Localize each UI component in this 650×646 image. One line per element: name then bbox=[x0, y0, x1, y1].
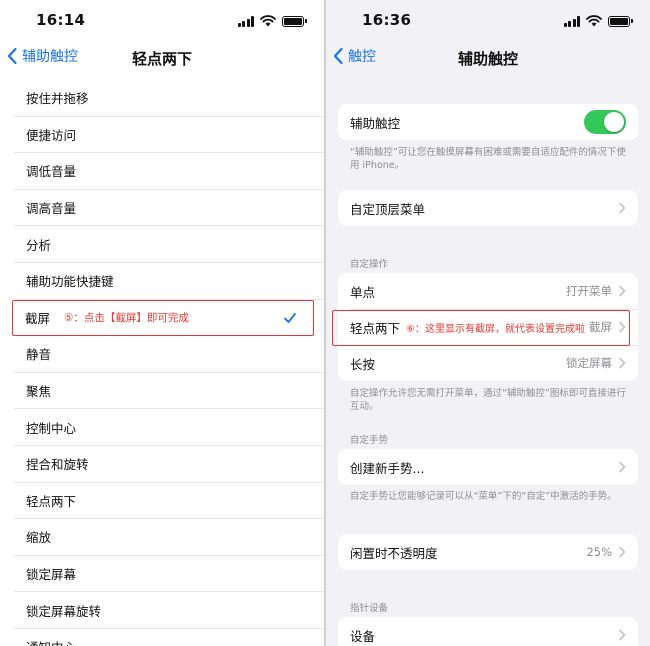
single-tap-row[interactable]: 单点 打开菜单 bbox=[338, 273, 638, 309]
screenshot-annotation: ⑤：点击【截屏】即可完成 bbox=[64, 312, 189, 325]
action-list-item[interactable]: 截屏 ⑤：点击【截屏】即可完成 bbox=[12, 299, 314, 337]
status-time: 16:14 bbox=[36, 11, 86, 29]
wifi-icon bbox=[260, 15, 276, 27]
cellular-signal-icon bbox=[563, 15, 580, 27]
action-list-item-label: 聚焦 bbox=[26, 384, 52, 400]
status-icons bbox=[563, 15, 633, 27]
action-list-item-label: 辅助功能快捷键 bbox=[26, 274, 114, 290]
chevron-right-icon bbox=[619, 461, 626, 473]
devices-label: 设备 bbox=[350, 628, 376, 644]
create-gesture-label: 创建新手势... bbox=[350, 460, 425, 476]
custom-gestures-group: 创建新手势... bbox=[338, 449, 638, 485]
custom-actions-header: 自定操作 bbox=[350, 259, 389, 270]
assistive-touch-toggle[interactable] bbox=[584, 110, 626, 134]
devices-row[interactable]: 设备 bbox=[338, 617, 638, 646]
status-time: 16:36 bbox=[362, 11, 412, 29]
chevron-right-icon bbox=[619, 546, 626, 558]
assistive-touch-label: 辅助触控 bbox=[350, 115, 401, 131]
action-list-item[interactable]: 锁定屏幕旋转 bbox=[14, 592, 324, 629]
action-list-item[interactable]: 按住并拖移 bbox=[14, 80, 324, 117]
action-list-item[interactable]: 轻点两下 bbox=[14, 483, 324, 520]
action-list-item[interactable]: 缩放 bbox=[14, 519, 324, 556]
long-press-label: 长按 bbox=[350, 356, 376, 372]
assistive-touch-note: “辅助触控”可让您在触摸屏幕有困难或需要自适应配件的情况下使用 iPhone。 bbox=[350, 147, 626, 171]
back-label: 辅助触控 bbox=[22, 49, 78, 65]
battery-icon bbox=[608, 15, 633, 27]
action-list-item-label: 调低音量 bbox=[26, 164, 77, 180]
action-list-item-label: 截屏 bbox=[25, 311, 51, 327]
action-list-item[interactable]: 聚焦 bbox=[14, 373, 324, 410]
action-list-item-label: 轻点两下 bbox=[26, 493, 77, 509]
assistive-touch-row: 辅助触控 bbox=[338, 104, 638, 140]
long-press-row[interactable]: 长按 锁定屏幕 bbox=[338, 345, 638, 381]
assistive-touch-group: 辅助触控 bbox=[338, 104, 638, 140]
chevron-right-icon bbox=[619, 285, 626, 297]
left-screen: 16:14 辅助触控 轻点两下 按住并拖移便捷访问调低音量调高音量分析辅助功能快… bbox=[0, 0, 324, 646]
double-tap-value: 截屏 bbox=[589, 320, 612, 334]
long-press-value: 锁定屏幕 bbox=[566, 356, 612, 370]
nav-bar: 辅助触控 轻点两下 bbox=[0, 42, 324, 74]
action-list-item[interactable]: 静音 bbox=[14, 336, 324, 373]
custom-actions-note: 自定操作允许您无需打开菜单，通过“辅助触控”图标即可直接进行互动。 bbox=[350, 388, 626, 412]
chevron-left-icon bbox=[7, 47, 17, 65]
custom-gestures-header: 自定手势 bbox=[350, 435, 389, 446]
chevron-right-icon bbox=[619, 321, 626, 333]
action-list-item-label: 捏合和旋转 bbox=[26, 457, 89, 473]
chevron-left-icon bbox=[333, 47, 343, 65]
action-list-item-label: 通知中心 bbox=[26, 637, 76, 646]
action-list-item-label: 缩放 bbox=[26, 530, 52, 546]
pointer-devices-header: 指针设备 bbox=[350, 603, 389, 614]
single-tap-label: 单点 bbox=[350, 284, 376, 300]
action-list-item-label: 按住并拖移 bbox=[26, 91, 89, 107]
action-list-item-label: 控制中心 bbox=[26, 420, 77, 436]
back-button[interactable]: 辅助触控 bbox=[6, 46, 78, 66]
idle-opacity-row[interactable]: 闲置时不透明度 25% bbox=[338, 534, 638, 570]
action-list-item[interactable]: 控制中心 bbox=[14, 409, 324, 446]
checkmark-icon bbox=[284, 312, 296, 323]
right-screen: 16:36 触控 辅助触控 辅助触控 “辅助触控”可让您在触摸屏幕有困难或需要自… bbox=[326, 0, 650, 646]
top-menu-group: 自定顶层菜单 bbox=[338, 190, 638, 226]
action-list-item[interactable]: 便捷访问 bbox=[14, 117, 324, 154]
single-tap-value: 打开菜单 bbox=[566, 284, 612, 298]
action-list: 按住并拖移便捷访问调低音量调高音量分析辅助功能快捷键 截屏 ⑤：点击【截屏】即可完成… bbox=[12, 80, 324, 646]
create-gesture-row[interactable]: 创建新手势... bbox=[338, 449, 638, 485]
action-list-item[interactable]: 调低音量 bbox=[14, 153, 324, 190]
status-bar: 16:14 bbox=[0, 0, 324, 40]
action-list-item[interactable]: 锁定屏幕 bbox=[14, 556, 324, 593]
double-tap-row[interactable]: 轻点两下 ⑥：这里显示有截屏，就代表设置完成啦 截屏 bbox=[338, 309, 638, 345]
action-list-item-label: 静音 bbox=[26, 347, 52, 363]
action-list-item[interactable]: 分析 bbox=[14, 226, 324, 263]
status-icons bbox=[237, 15, 307, 27]
double-tap-label: 轻点两下 bbox=[350, 320, 401, 336]
back-button[interactable]: 触控 bbox=[332, 46, 376, 66]
action-list-item-label: 分析 bbox=[26, 237, 52, 253]
back-label: 触控 bbox=[348, 49, 376, 65]
action-list-item-label: 锁定屏幕旋转 bbox=[26, 603, 102, 619]
action-list-item-label: 锁定屏幕 bbox=[26, 567, 77, 583]
idle-opacity-value: 25% bbox=[586, 545, 612, 559]
wifi-icon bbox=[586, 15, 602, 27]
action-list-item-label: 便捷访问 bbox=[26, 127, 77, 143]
action-list-item[interactable]: 通知中心 bbox=[14, 629, 324, 646]
idle-opacity-label: 闲置时不透明度 bbox=[350, 545, 438, 561]
chevron-right-icon bbox=[619, 629, 626, 641]
nav-bar: 触控 辅助触控 bbox=[326, 42, 650, 74]
custom-gestures-note: 自定手势让您能够记录可以从“菜单”下的“自定”中激活的手势。 bbox=[350, 491, 617, 502]
status-bar: 16:36 bbox=[326, 0, 650, 40]
customize-top-menu-row[interactable]: 自定顶层菜单 bbox=[338, 190, 638, 226]
action-list-item[interactable]: 辅助功能快捷键 bbox=[14, 263, 324, 300]
action-list-item[interactable]: 捏合和旋转 bbox=[14, 446, 324, 483]
customize-top-menu-label: 自定顶层菜单 bbox=[350, 201, 426, 217]
battery-icon bbox=[282, 15, 307, 27]
action-list-item-label: 调高音量 bbox=[26, 201, 77, 217]
custom-actions-group: 单点 打开菜单 轻点两下 ⑥：这里显示有截屏，就代表设置完成啦 截屏 长按 锁定… bbox=[338, 273, 638, 381]
chevron-right-icon bbox=[619, 357, 626, 369]
pointer-devices-group: 设备 bbox=[338, 617, 638, 646]
action-list-item[interactable]: 调高音量 bbox=[14, 190, 324, 227]
cellular-signal-icon bbox=[237, 15, 254, 27]
idle-opacity-group: 闲置时不透明度 25% bbox=[338, 534, 638, 570]
chevron-right-icon bbox=[619, 202, 626, 214]
double-tap-annotation: ⑥：这里显示有截屏，就代表设置完成啦 bbox=[406, 323, 585, 335]
